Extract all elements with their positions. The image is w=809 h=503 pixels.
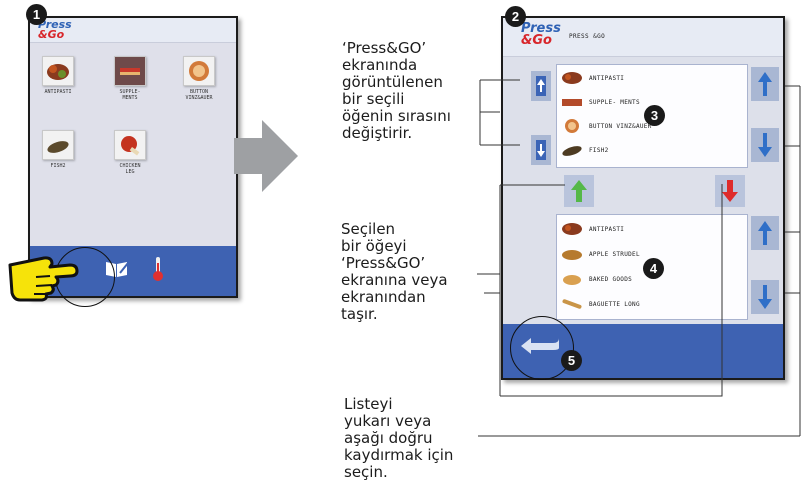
leader-lines	[477, 79, 801, 437]
